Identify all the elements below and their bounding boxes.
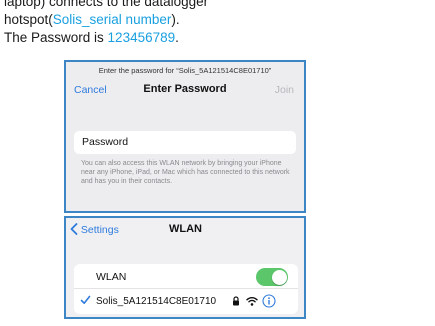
wlan-title: WLAN: [169, 223, 202, 235]
password-hint-text: You can also access this WLAN network by…: [81, 160, 290, 185]
chevron-left-icon: [70, 223, 78, 235]
password-value-highlight: 123456789: [107, 30, 176, 45]
instruction-line-3-suffix: .: [175, 30, 179, 45]
wlan-toggle[interactable]: [256, 268, 288, 286]
wlan-settings-screenshot: Settings WLAN WLAN Solis_5A121514C8E0171…: [64, 216, 306, 319]
network-row[interactable]: Solis_5A121514C8E01710: [74, 289, 298, 314]
network-name: Solis_5A121514C8E01710: [96, 296, 217, 307]
back-button-label: Settings: [80, 224, 119, 236]
enter-password-title: Enter Password: [143, 83, 227, 95]
enter-password-screenshot: Enter the password for “Solis_5A121514C8…: [64, 60, 306, 213]
password-field-label: Password: [82, 136, 129, 148]
instruction-line-3: The Password is 123456789.: [4, 29, 179, 47]
checkmark-icon: [80, 295, 91, 304]
instruction-line-3-prefix: The Password is: [4, 30, 108, 45]
wlan-toggle-label: WLAN: [96, 271, 127, 283]
join-button[interactable]: Join: [275, 84, 294, 96]
instruction-line-2-prefix: hotspot(: [4, 12, 53, 27]
password-field[interactable]: Password: [74, 131, 296, 154]
wlan-nav-bar: Settings WLAN: [66, 218, 304, 242]
password-nav-bar: Cancel Enter Password Join: [66, 75, 304, 103]
wifi-icon: [246, 297, 258, 306]
instruction-line-2-suffix: ).: [171, 12, 180, 27]
info-icon[interactable]: [262, 294, 276, 308]
password-prompt: Enter the password for “Solis_5A121514C8…: [98, 66, 272, 75]
toggle-knob: [271, 269, 287, 285]
instruction-line-2: hotspot(Solis_serial number).: [4, 11, 180, 29]
wlan-list-group: WLAN Solis_5A121514C8E01710: [74, 264, 298, 314]
back-button[interactable]: Settings: [70, 223, 119, 236]
lock-icon: [233, 296, 239, 306]
wlan-toggle-row: WLAN: [74, 264, 298, 289]
instruction-line-1: laptop) connects to the datalogger: [4, 0, 209, 9]
hotspot-name-highlight: Solis_serial number: [52, 12, 172, 27]
